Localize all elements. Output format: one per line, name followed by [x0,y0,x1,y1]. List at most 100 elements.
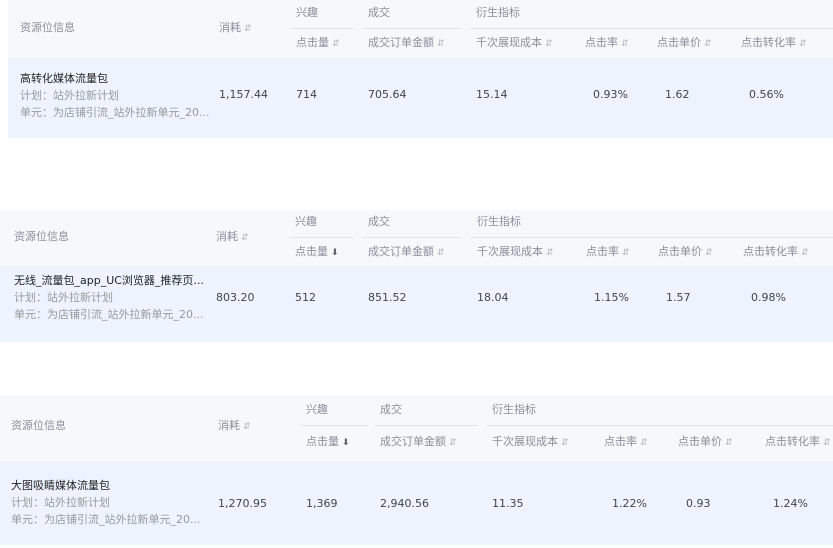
group-divider [290,28,354,29]
column-cpm[interactable]: 千次展现成本 ⇵ [477,245,554,260]
ctr-sort-icon[interactable]: ⇵ [621,37,629,51]
column-cpc[interactable]: 点击单价 ⇵ [657,36,712,51]
column-cvr-label: 点击转化率 [741,36,796,49]
table-row[interactable]: 高转化媒体流量包 计划：站外拉新计划 单元：为店铺引流_站外拉新单元_20... 1,… [8,58,833,138]
column-order-amount[interactable]: 成交订单金额 ⇵ [368,36,445,51]
consume-sort-icon[interactable]: ⇵ [244,22,252,36]
column-cvr[interactable]: 点击转化率 ⇵ [743,245,809,260]
group-derived-label: 衍生指标 [492,403,536,416]
table-row[interactable]: 大图吸睛媒体流量包 计划：站外拉新计划 单元：为店铺引流_站外拉新单元_20... 1… [0,461,833,545]
cpc-sort-icon[interactable]: ⇵ [705,246,713,260]
ctr-value: 0.93% [593,88,628,101]
consume-sort-icon[interactable]: ⇵ [241,231,249,245]
column-order-amount[interactable]: 成交订单金额 ⇵ [368,245,445,260]
column-cpc-label: 点击单价 [657,36,701,49]
column-clicks-label: 点击量 [296,36,329,49]
group-deal: 成交 [380,403,402,417]
column-consume[interactable]: 消耗 ⇵ [219,21,252,36]
group-deal-label: 成交 [380,403,402,416]
resource-unit: 单元：为店铺引流_站外拉新单元_20... [14,308,204,321]
report-table-3: 资源位信息 消耗 ⇵ 兴趣 成交 衍生指标 点击量 ⬇ 成交订单金额 ⇵ 千次展现成本 ⇵ 点击率 ⇵ 点击… [0,395,833,545]
table-header: 资源位信息 消耗 ⇵ 兴趣 成交 衍生指标 点击量 ⇵ 成交订单金额 ⇵ 千次展现成本 ⇵ 点击率 ⇵ 点击… [8,0,833,58]
clicks-sort-icon[interactable]: ⬇ [331,246,339,260]
group-divider [301,425,368,426]
cpm-value: 18.04 [477,291,509,304]
group-divider [470,28,833,29]
cpm-value: 11.35 [492,497,524,510]
column-cpc-label: 点击单价 [678,435,722,448]
group-derived: 衍生指标 [492,403,536,417]
clicks-sort-icon[interactable]: ⬇ [342,436,350,450]
resource-plan: 计划：站外拉新计划 [11,496,110,509]
order-amount-value: 851.52 [368,291,407,304]
column-order-amount[interactable]: 成交订单金额 ⇵ [380,435,457,450]
column-cvr-label: 点击转化率 [765,435,820,448]
cpc-sort-icon[interactable]: ⇵ [704,37,712,51]
column-cvr[interactable]: 点击转化率 ⇵ [741,36,807,51]
column-cpm[interactable]: 千次展现成本 ⇵ [492,435,569,450]
cpm-value: 15.14 [476,88,508,101]
column-clicks[interactable]: 点击量 ⬇ [295,245,339,260]
column-resource-info: 资源位信息 [11,419,66,433]
column-consume[interactable]: 消耗 ⇵ [218,419,251,434]
group-derived: 衍生指标 [477,215,521,229]
column-clicks[interactable]: 点击量 ⇵ [296,36,340,51]
ctr-sort-icon[interactable]: ⇵ [640,436,648,450]
cvr-sort-icon[interactable]: ⇵ [801,246,809,260]
order-amount-sort-icon[interactable]: ⇵ [437,37,445,51]
group-deal: 成交 [368,215,390,229]
group-deal-label: 成交 [368,215,390,228]
column-cpc-label: 点击单价 [658,245,702,258]
group-interest-label: 兴趣 [296,6,318,19]
column-order-amount-label: 成交订单金额 [368,245,434,258]
cpm-sort-icon[interactable]: ⇵ [545,37,553,51]
order-amount-value: 705.64 [368,88,407,101]
consume-sort-icon[interactable]: ⇵ [243,420,251,434]
column-order-amount-label: 成交订单金额 [380,435,446,448]
group-interest: 兴趣 [296,6,318,20]
column-cvr[interactable]: 点击转化率 ⇵ [765,435,831,450]
column-cpm[interactable]: 千次展现成本 ⇵ [476,36,553,51]
group-divider [375,425,479,426]
column-ctr[interactable]: 点击率 ⇵ [585,36,629,51]
column-cvr-label: 点击转化率 [743,245,798,258]
column-cpm-label: 千次展现成本 [477,245,543,258]
group-deal: 成交 [368,6,390,20]
column-clicks-label: 点击量 [295,245,328,258]
group-divider [362,237,461,238]
column-resource-info-label: 资源位信息 [20,21,75,34]
column-cpc[interactable]: 点击单价 ⇵ [678,435,733,450]
group-divider [289,237,354,238]
cvr-value: 0.98% [751,291,786,304]
ctr-value: 1.15% [594,291,629,304]
cvr-value: 0.56% [749,88,784,101]
column-resource-info-label: 资源位信息 [11,419,66,432]
cpc-sort-icon[interactable]: ⇵ [725,436,733,450]
column-ctr-label: 点击率 [585,36,618,49]
order-amount-sort-icon[interactable]: ⇵ [437,246,445,260]
column-clicks[interactable]: 点击量 ⬇ [306,435,350,450]
group-divider [362,28,462,29]
column-resource-info-label: 资源位信息 [14,230,69,243]
column-ctr-label: 点击率 [586,245,619,258]
table-row[interactable]: 无线_流量包_app_UC浏览器_推荐页... 计划：站外拉新计划 单元：为店铺引流… [0,266,833,342]
ctr-sort-icon[interactable]: ⇵ [622,246,630,260]
column-ctr[interactable]: 点击率 ⇵ [604,435,648,450]
resource-plan: 计划：站外拉新计划 [20,89,119,102]
resource-unit: 单元：为店铺引流_站外拉新单元_20... [20,106,210,119]
cvr-sort-icon[interactable]: ⇵ [799,37,807,51]
cpm-sort-icon[interactable]: ⇵ [561,436,569,450]
cvr-sort-icon[interactable]: ⇵ [823,436,831,450]
group-deal-label: 成交 [368,6,390,19]
cpm-sort-icon[interactable]: ⇵ [546,246,554,260]
clicks-sort-icon[interactable]: ⇵ [332,37,340,51]
report-table-1: 资源位信息 消耗 ⇵ 兴趣 成交 衍生指标 点击量 ⇵ 成交订单金额 ⇵ 千次展现成本 ⇵ 点击率 ⇵ 点击… [8,0,833,138]
consume-value: 1,157.44 [219,88,268,101]
column-consume-label: 消耗 [218,419,240,432]
resource-name: 无线_流量包_app_UC浏览器_推荐页... [14,274,204,287]
column-consume[interactable]: 消耗 ⇵ [216,230,249,245]
consume-value: 1,270.95 [218,497,267,510]
order-amount-sort-icon[interactable]: ⇵ [449,436,457,450]
column-cpc[interactable]: 点击单价 ⇵ [658,245,713,260]
column-ctr[interactable]: 点击率 ⇵ [586,245,630,260]
